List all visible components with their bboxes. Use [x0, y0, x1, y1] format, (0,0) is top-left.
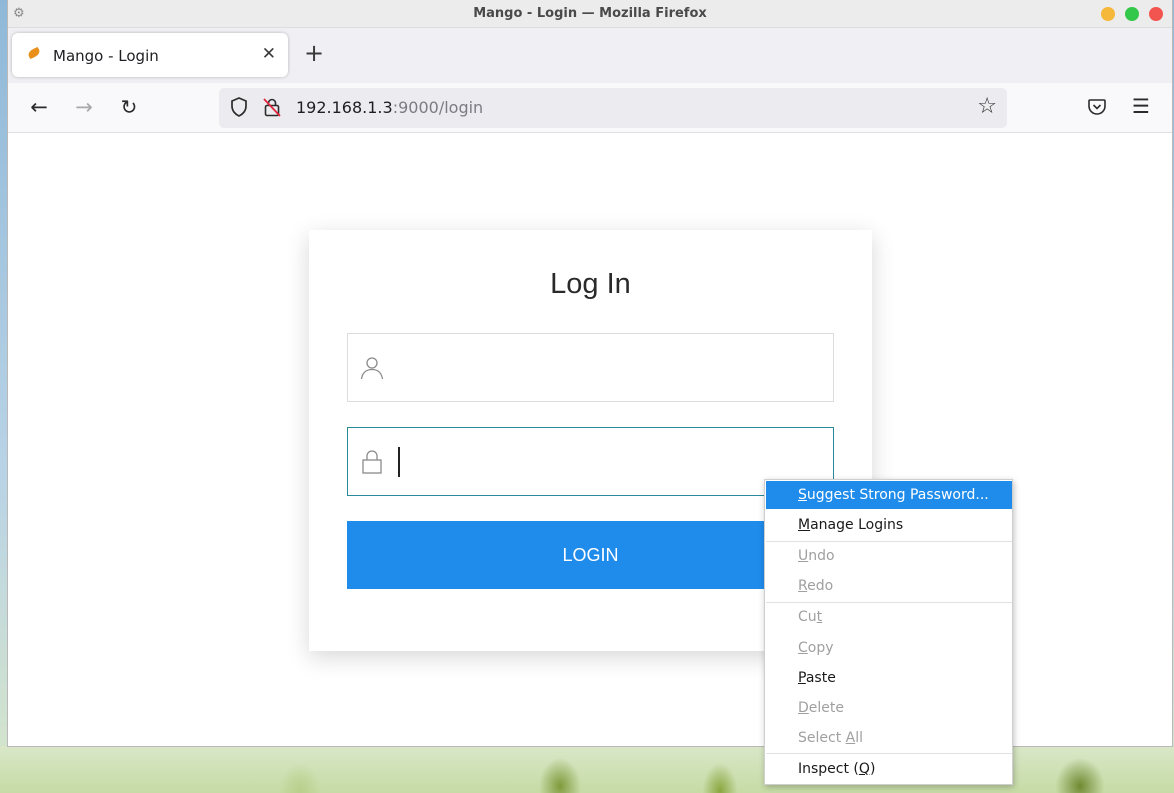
menu-item-redo[interactable]: Redo	[766, 572, 1012, 600]
minimize-button[interactable]	[1101, 7, 1115, 21]
text-cursor	[398, 447, 400, 477]
close-window-button[interactable]	[1149, 7, 1163, 21]
password-input[interactable]	[398, 438, 818, 486]
menu-item-inspect[interactable]: Inspect (Q)	[766, 755, 1012, 783]
login-button[interactable]: LOGIN	[347, 521, 834, 589]
shield-icon[interactable]	[230, 97, 248, 117]
menu-item-paste[interactable]: Paste	[766, 664, 1012, 692]
arrow-left-icon[interactable]: ←	[27, 95, 51, 119]
page-title: Log In	[550, 268, 631, 300]
star-icon[interactable]: ☆	[977, 95, 997, 119]
arrow-right-icon[interactable]: →	[72, 95, 96, 119]
menu-item-select-all[interactable]: Select All	[766, 724, 1012, 752]
maximize-button[interactable]	[1125, 7, 1139, 21]
tab-bar: Mango - Login ✕ +	[8, 28, 1172, 83]
pocket-icon[interactable]	[1087, 97, 1107, 117]
new-tab-button[interactable]: +	[304, 41, 324, 65]
username-field[interactable]	[347, 333, 834, 402]
window-title: Mango - Login — Mozilla Firefox	[473, 6, 707, 21]
reload-icon[interactable]: ↻	[117, 95, 141, 119]
menu-item-delete[interactable]: Delete	[766, 694, 1012, 722]
menu-item-cut[interactable]: Cut	[766, 603, 1012, 631]
url-bar[interactable]: 192.168.1.3:9000/login ☆	[219, 88, 1007, 128]
password-field[interactable]	[347, 427, 834, 496]
lock-icon	[362, 450, 382, 474]
menu-item-copy[interactable]: Copy	[766, 634, 1012, 662]
menu-separator	[766, 753, 1012, 754]
context-menu: Suggest Strong Password... Manage Logins…	[764, 479, 1013, 785]
hamburger-menu-icon[interactable]: ☰	[1132, 94, 1150, 118]
username-input[interactable]	[398, 344, 818, 392]
tab-label: Mango - Login	[53, 47, 159, 65]
title-bar: ⚙ Mango - Login — Mozilla Firefox	[8, 0, 1172, 28]
url-text[interactable]: 192.168.1.3:9000/login	[296, 98, 483, 117]
navigation-toolbar: ← → ↻ 192.168.1.3:9000/login ☆ ☰	[8, 83, 1172, 133]
insecure-lock-icon[interactable]	[263, 97, 281, 117]
url-path: :9000/login	[392, 98, 484, 117]
tab-mango-login[interactable]: Mango - Login ✕	[12, 33, 288, 77]
mango-favicon-icon	[26, 46, 42, 60]
menu-item-undo[interactable]: Undo	[766, 542, 1012, 570]
menu-item-manage-logins[interactable]: Manage Logins	[766, 511, 1012, 539]
close-tab-icon[interactable]: ✕	[262, 44, 276, 64]
user-icon	[360, 357, 384, 380]
menu-item-suggest-strong-password[interactable]: Suggest Strong Password...	[766, 481, 1012, 509]
url-host: 192.168.1.3	[296, 98, 393, 117]
